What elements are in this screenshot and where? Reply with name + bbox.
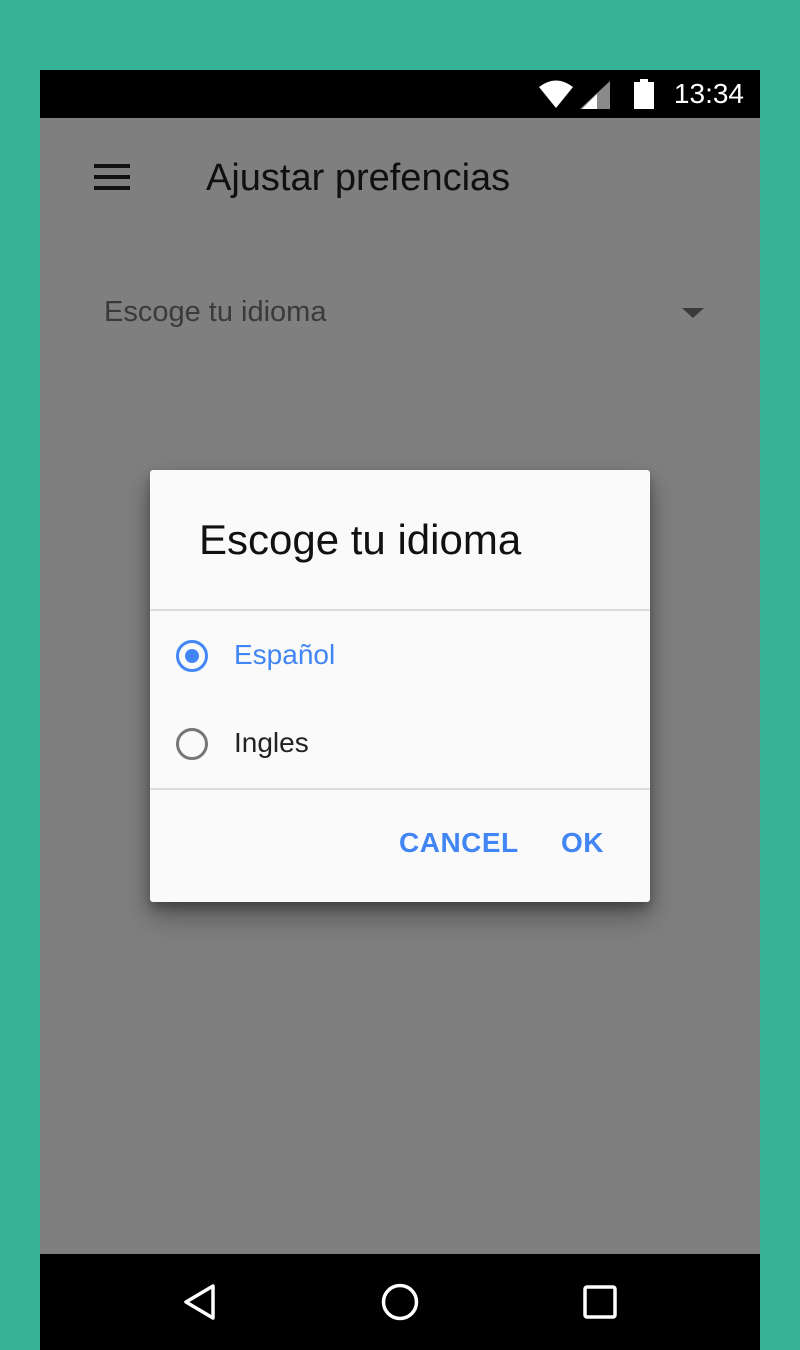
radio-checked-icon[interactable] <box>176 640 208 672</box>
cellular-signal-icon <box>580 81 610 109</box>
home-icon[interactable] <box>380 1282 420 1322</box>
status-bar: 13:34 <box>40 70 760 118</box>
option-ingles[interactable]: Ingles <box>150 704 650 784</box>
navigation-bar <box>40 1254 760 1350</box>
dialog-title: Escoge tu idioma <box>199 516 522 563</box>
wifi-icon <box>539 80 573 108</box>
ok-button[interactable]: OK <box>561 826 604 860</box>
dialog-divider-bottom <box>150 788 650 790</box>
option-label: Ingles <box>234 727 309 758</box>
battery-icon <box>634 79 654 109</box>
phone-screen: 13:34 Ajustar prefencias Escoge tu idiom… <box>40 70 760 1350</box>
cancel-button[interactable]: CANCEL <box>399 826 519 860</box>
dialog-divider-top <box>150 609 650 611</box>
back-icon[interactable] <box>180 1282 220 1322</box>
recents-icon[interactable] <box>580 1282 620 1322</box>
option-espanol[interactable]: Español <box>150 616 650 696</box>
status-time: 13:34 <box>673 78 744 109</box>
option-label: Español <box>234 639 336 670</box>
radio-unchecked-icon[interactable] <box>176 728 208 760</box>
language-dialog: Escoge tu idioma Español Ingles CANCEL O… <box>150 470 650 902</box>
